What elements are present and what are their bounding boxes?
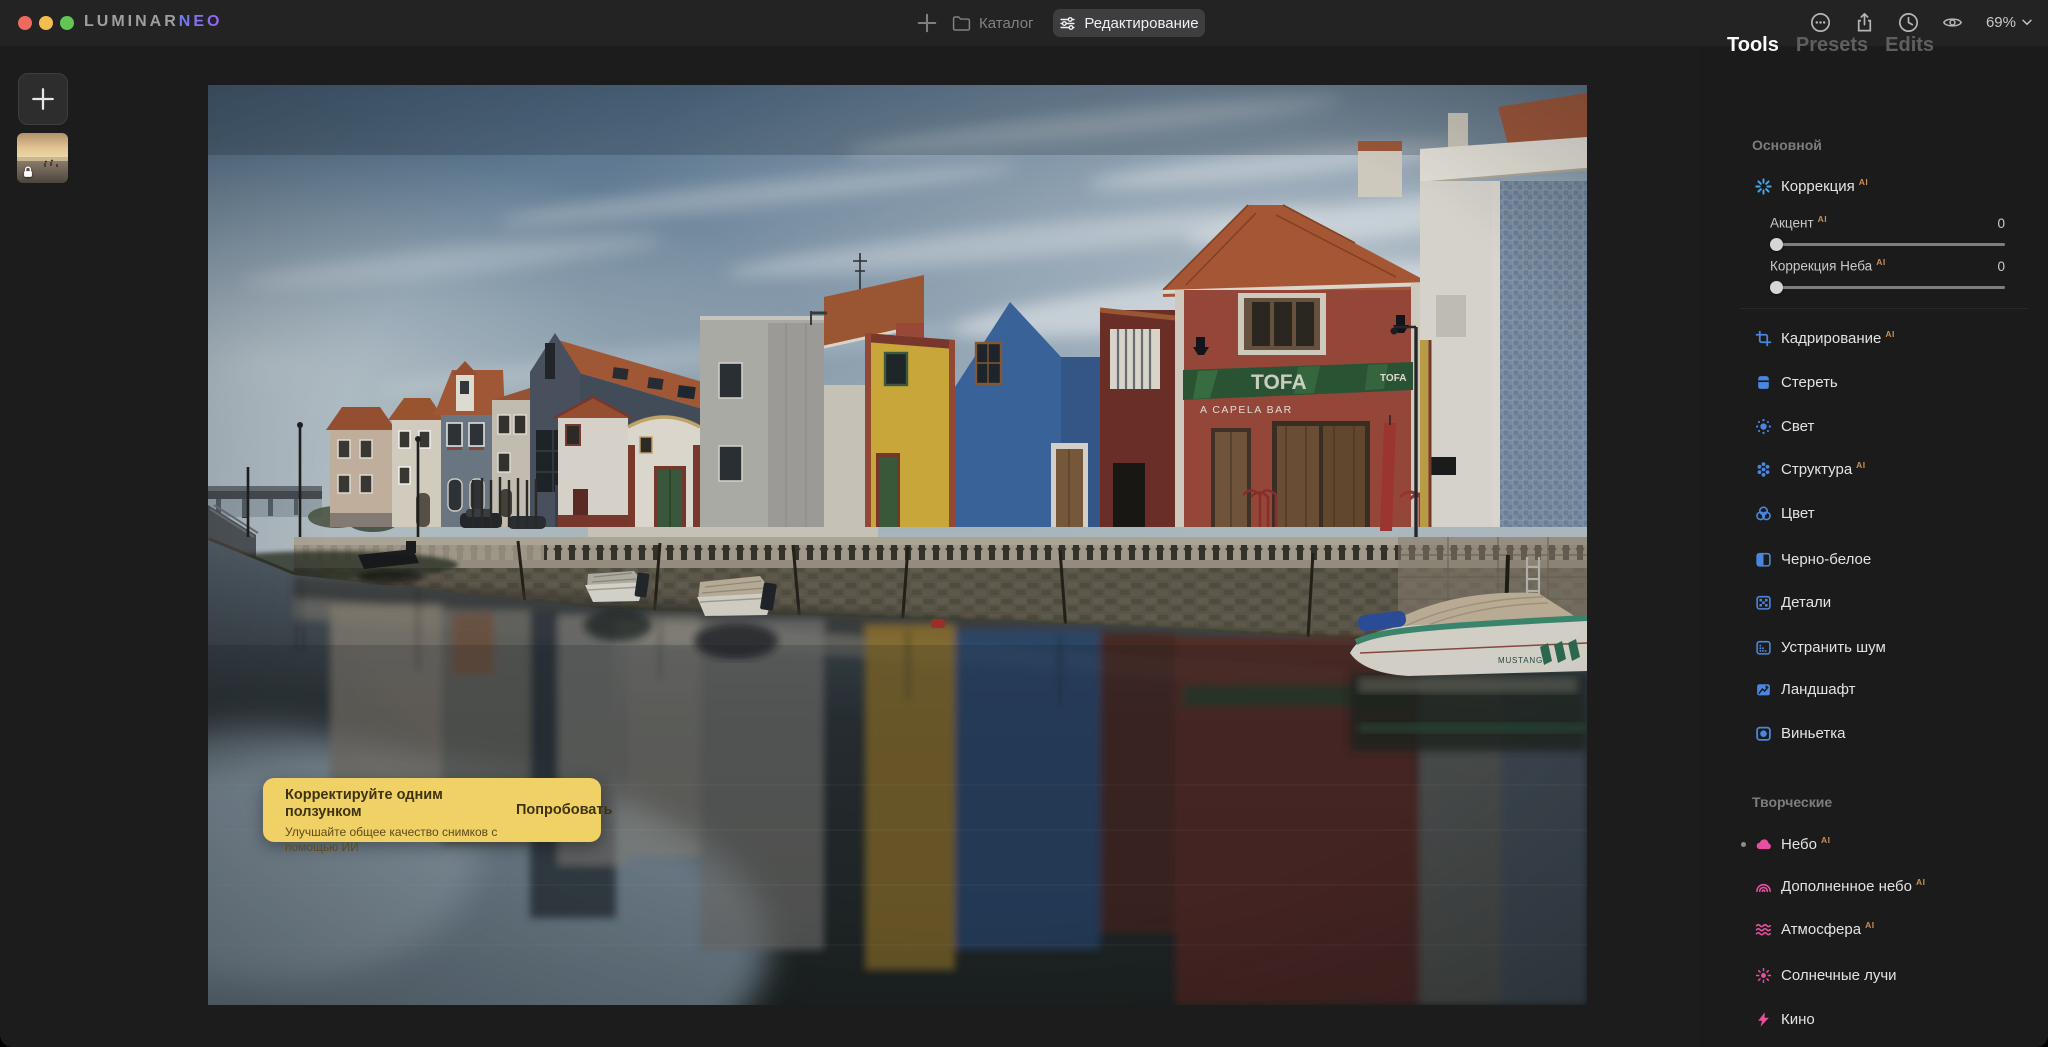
ai-badge: AI [1885, 329, 1895, 339]
tool-erase[interactable]: Стереть [1755, 371, 1842, 393]
tool-light[interactable]: Свет [1755, 415, 1818, 437]
lock-icon [21, 165, 35, 179]
ai-badge: AI [1856, 460, 1866, 470]
add-tab-button[interactable] [916, 12, 938, 34]
ai-badge: AI [1865, 920, 1875, 930]
photo-thumbnail[interactable] [17, 133, 68, 183]
edited-indicator-dot [1741, 842, 1746, 847]
sidebar-tabs: Tools Presets Edits [1727, 34, 1934, 57]
ai-badge: AI [1876, 257, 1886, 267]
section-basic-title: Основной [1752, 137, 1822, 153]
filmstrip [0, 46, 85, 1047]
tooltip-title: Корректируйте одним ползунком [285, 787, 500, 822]
tab-catalog-label: Каталог [979, 15, 1034, 32]
section-creative-title: Творческие [1752, 794, 1832, 810]
app-logo: LUMINARNEO [84, 13, 222, 31]
tool-corrections[interactable]: КоррекцияAI [1755, 175, 1868, 197]
accent-slider-label: АкцентAI [1770, 214, 1827, 231]
tool-landscape[interactable]: Ландшафт [1755, 678, 1859, 700]
canal-houses-photo: TOFA TOFA A CAPELA BAR [208, 85, 1587, 1005]
waves-icon [1755, 921, 1772, 938]
luminar-neo-window: LUMINARNEO Каталог Редактирование 69% [0, 0, 2048, 1047]
crop-icon [1755, 330, 1772, 347]
plus-icon [916, 12, 938, 34]
accent-slider-value: 0 [1997, 216, 2005, 231]
accent-slider-knob[interactable] [1770, 238, 1783, 251]
tool-structure[interactable]: СтруктураAI [1755, 458, 1866, 480]
tool-cinema[interactable]: Кино [1755, 1008, 1819, 1030]
tool-sky[interactable]: НебоAI [1755, 833, 1830, 855]
edit-sidebar: Tools Presets Edits Основной КоррекцияAI… [1700, 46, 2048, 1047]
ai-badge: AI [1821, 835, 1831, 845]
eraser-icon [1755, 374, 1772, 391]
try-button[interactable]: Попробовать [510, 778, 609, 842]
tooltip-body: Улучшайте общее качество снимков с помощ… [285, 825, 500, 855]
checkerboard-icon [1755, 594, 1772, 611]
tool-color[interactable]: Цвет [1755, 502, 1819, 524]
corrections-sparkle-icon [1755, 178, 1772, 195]
fullscreen-window-button[interactable] [60, 16, 74, 30]
sky-correction-slider: Коррекция НебаAI 0 [1770, 257, 2005, 294]
history-icon[interactable] [1898, 12, 1919, 33]
topbar-actions: 69% [1810, 12, 2032, 33]
tool-augmented-sky[interactable]: Дополненное небоAI [1755, 875, 1926, 897]
tab-editing[interactable]: Редактирование [1053, 9, 1205, 37]
tool-black-white[interactable]: Черно-белое [1755, 548, 1875, 570]
add-photos-button[interactable] [18, 73, 68, 125]
ai-badge: AI [1859, 177, 1869, 187]
accent-slider-track[interactable] [1770, 238, 2005, 251]
logo-text-primary: LUMINAR [84, 13, 179, 30]
compare-eye-icon[interactable] [1942, 12, 1963, 33]
tool-crop[interactable]: КадрированиеAI [1755, 327, 1895, 349]
tab-editing-label: Редактирование [1084, 15, 1198, 32]
tool-details[interactable]: Детали [1755, 591, 1835, 613]
sliders-icon [1059, 15, 1076, 32]
minimize-window-button[interactable] [39, 16, 53, 30]
close-window-button[interactable] [18, 16, 32, 30]
tab-catalog[interactable]: Каталог [952, 11, 1034, 35]
tab-tools[interactable]: Tools [1727, 34, 1779, 57]
plus-icon [30, 86, 56, 112]
tool-denoise[interactable]: Устранить шум [1755, 636, 1890, 658]
tab-edits[interactable]: Edits [1885, 34, 1934, 57]
noise-square-icon [1755, 639, 1772, 656]
logo-text-accent: NEO [179, 13, 223, 30]
half-square-icon [1755, 551, 1772, 568]
share-icon[interactable] [1854, 12, 1875, 33]
tooltip-text: Корректируйте одним ползунком Улучшайте … [263, 778, 510, 842]
tool-corrections-label: КоррекцияAI [1781, 177, 1868, 195]
landscape-image-icon [1755, 681, 1772, 698]
sky-correction-slider-knob[interactable] [1770, 281, 1783, 294]
chevron-down-icon [2022, 19, 2032, 26]
dots-cluster-icon [1755, 461, 1772, 478]
cloud-icon [1755, 836, 1772, 853]
folder-icon [952, 15, 971, 32]
window-controls [18, 16, 74, 30]
zoom-level-dropdown[interactable]: 69% [1986, 14, 2032, 31]
editor-canvas-image[interactable]: TOFA TOFA A CAPELA BAR [208, 85, 1587, 1005]
tool-vignette[interactable]: Виньетка [1755, 722, 1849, 744]
sky-correction-slider-label: Коррекция НебаAI [1770, 257, 1886, 274]
tool-sunrays[interactable]: Солнечные лучи [1755, 964, 1901, 986]
accent-slider: АкцентAI 0 [1770, 214, 2005, 251]
sky-correction-slider-track[interactable] [1770, 281, 2005, 294]
vignette-icon [1755, 725, 1772, 742]
more-options-icon[interactable] [1810, 12, 1831, 33]
enhance-tooltip: Корректируйте одним ползунком Улучшайте … [263, 778, 601, 842]
ai-badge: AI [1818, 214, 1828, 224]
rainbow-icon [1755, 878, 1772, 895]
ai-badge: AI [1916, 877, 1926, 887]
tab-presets[interactable]: Presets [1796, 34, 1868, 57]
sunrays-icon [1755, 967, 1772, 984]
panel-separator [1740, 308, 2028, 309]
color-circles-icon [1755, 505, 1772, 522]
sun-icon [1755, 418, 1772, 435]
lightning-icon [1755, 1011, 1772, 1028]
sky-correction-slider-value: 0 [1997, 259, 2005, 274]
zoom-level-value: 69% [1986, 14, 2016, 31]
tool-atmosphere[interactable]: АтмосфераAI [1755, 918, 1875, 940]
